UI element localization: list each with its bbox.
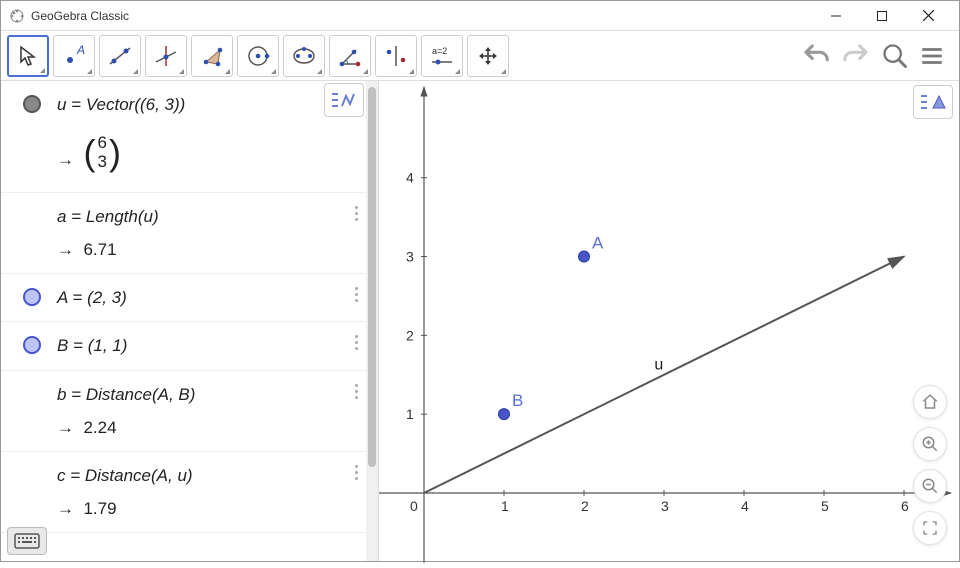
algebra-row[interactable]: A = (2, 3) xyxy=(1,274,378,322)
maximize-button[interactable] xyxy=(859,1,905,31)
svg-text:2: 2 xyxy=(581,498,589,514)
svg-text:A: A xyxy=(76,43,85,57)
tool-angle[interactable] xyxy=(329,35,371,77)
svg-text:u: u xyxy=(654,356,663,373)
tool-slider[interactable]: a=2 xyxy=(421,35,463,77)
tool-line[interactable] xyxy=(99,35,141,77)
window-title: GeoGebra Classic xyxy=(31,9,813,23)
tool-perpendicular[interactable] xyxy=(145,35,187,77)
visibility-toggle-icon[interactable] xyxy=(23,288,41,306)
svg-text:1: 1 xyxy=(406,406,414,422)
algebra-row[interactable]: a = Length(u) → 6.71 xyxy=(1,193,378,274)
algebra-def: b = Distance(A, B) xyxy=(57,385,195,404)
algebra-row[interactable]: b = Distance(A, B) → 2.24 xyxy=(1,371,378,452)
algebra-view: u = Vector((6, 3)) → (63) a = Length(u) … xyxy=(1,81,379,561)
app-logo-icon xyxy=(9,8,25,24)
graphics-style-toggle[interactable] xyxy=(913,85,953,119)
algebra-row[interactable]: c = Distance(A, u) → 1.79 xyxy=(1,452,378,533)
visibility-toggle-icon[interactable] xyxy=(23,336,41,354)
search-icon[interactable] xyxy=(881,42,909,70)
minimize-button[interactable] xyxy=(813,1,859,31)
scrollbar-thumb[interactable] xyxy=(368,87,376,467)
tool-point[interactable]: A xyxy=(53,35,95,77)
algebra-row[interactable]: B = (1, 1) xyxy=(1,322,378,370)
close-button[interactable] xyxy=(905,1,951,31)
algebra-style-toggle[interactable] xyxy=(324,83,364,117)
svg-text:0: 0 xyxy=(410,498,418,514)
tool-ellipse[interactable] xyxy=(283,35,325,77)
svg-text:a=2: a=2 xyxy=(432,46,447,56)
visibility-toggle-icon[interactable] xyxy=(23,95,41,113)
algebra-def: c = Distance(A, u) xyxy=(57,466,193,485)
svg-text:3: 3 xyxy=(406,249,414,265)
algebra-def: u = Vector((6, 3)) xyxy=(57,95,185,114)
svg-text:A: A xyxy=(592,234,604,253)
svg-text:B: B xyxy=(512,391,523,410)
tool-polygon[interactable] xyxy=(191,35,233,77)
plot-canvas[interactable]: 0 1 2 3 4 5 6 1 2 3 4 u A B xyxy=(379,81,959,563)
virtual-keyboard-button[interactable] xyxy=(7,527,47,555)
tool-move-view[interactable] xyxy=(467,35,509,77)
redo-button[interactable] xyxy=(841,41,871,71)
zoom-out-button[interactable] xyxy=(913,469,947,503)
tool-reflect[interactable] xyxy=(375,35,417,77)
fullscreen-button[interactable] xyxy=(913,511,947,545)
main-area: u = Vector((6, 3)) → (63) a = Length(u) … xyxy=(1,81,959,561)
algebra-def: B = (1, 1) xyxy=(57,336,127,355)
graphics-view[interactable]: 0 1 2 3 4 5 6 1 2 3 4 u A B xyxy=(379,81,959,561)
algebra-def: A = (2, 3) xyxy=(57,288,127,307)
svg-text:5: 5 xyxy=(821,498,829,514)
algebra-row[interactable]: u = Vector((6, 3)) → (63) xyxy=(1,81,378,193)
svg-text:3: 3 xyxy=(661,498,669,514)
zoom-in-button[interactable] xyxy=(913,427,947,461)
undo-button[interactable] xyxy=(801,41,831,71)
home-button[interactable] xyxy=(913,385,947,419)
svg-text:1: 1 xyxy=(501,498,509,514)
svg-text:2: 2 xyxy=(406,327,414,343)
title-bar: GeoGebra Classic xyxy=(1,1,959,31)
svg-text:4: 4 xyxy=(741,498,749,514)
tool-circle[interactable] xyxy=(237,35,279,77)
svg-text:6: 6 xyxy=(901,498,909,514)
tool-move[interactable] xyxy=(7,35,49,77)
algebra-def: a = Length(u) xyxy=(57,207,159,226)
toolbar: A a=2 xyxy=(1,31,959,81)
menu-icon[interactable] xyxy=(919,43,945,69)
scrollbar[interactable] xyxy=(366,81,378,561)
svg-text:4: 4 xyxy=(406,170,414,186)
